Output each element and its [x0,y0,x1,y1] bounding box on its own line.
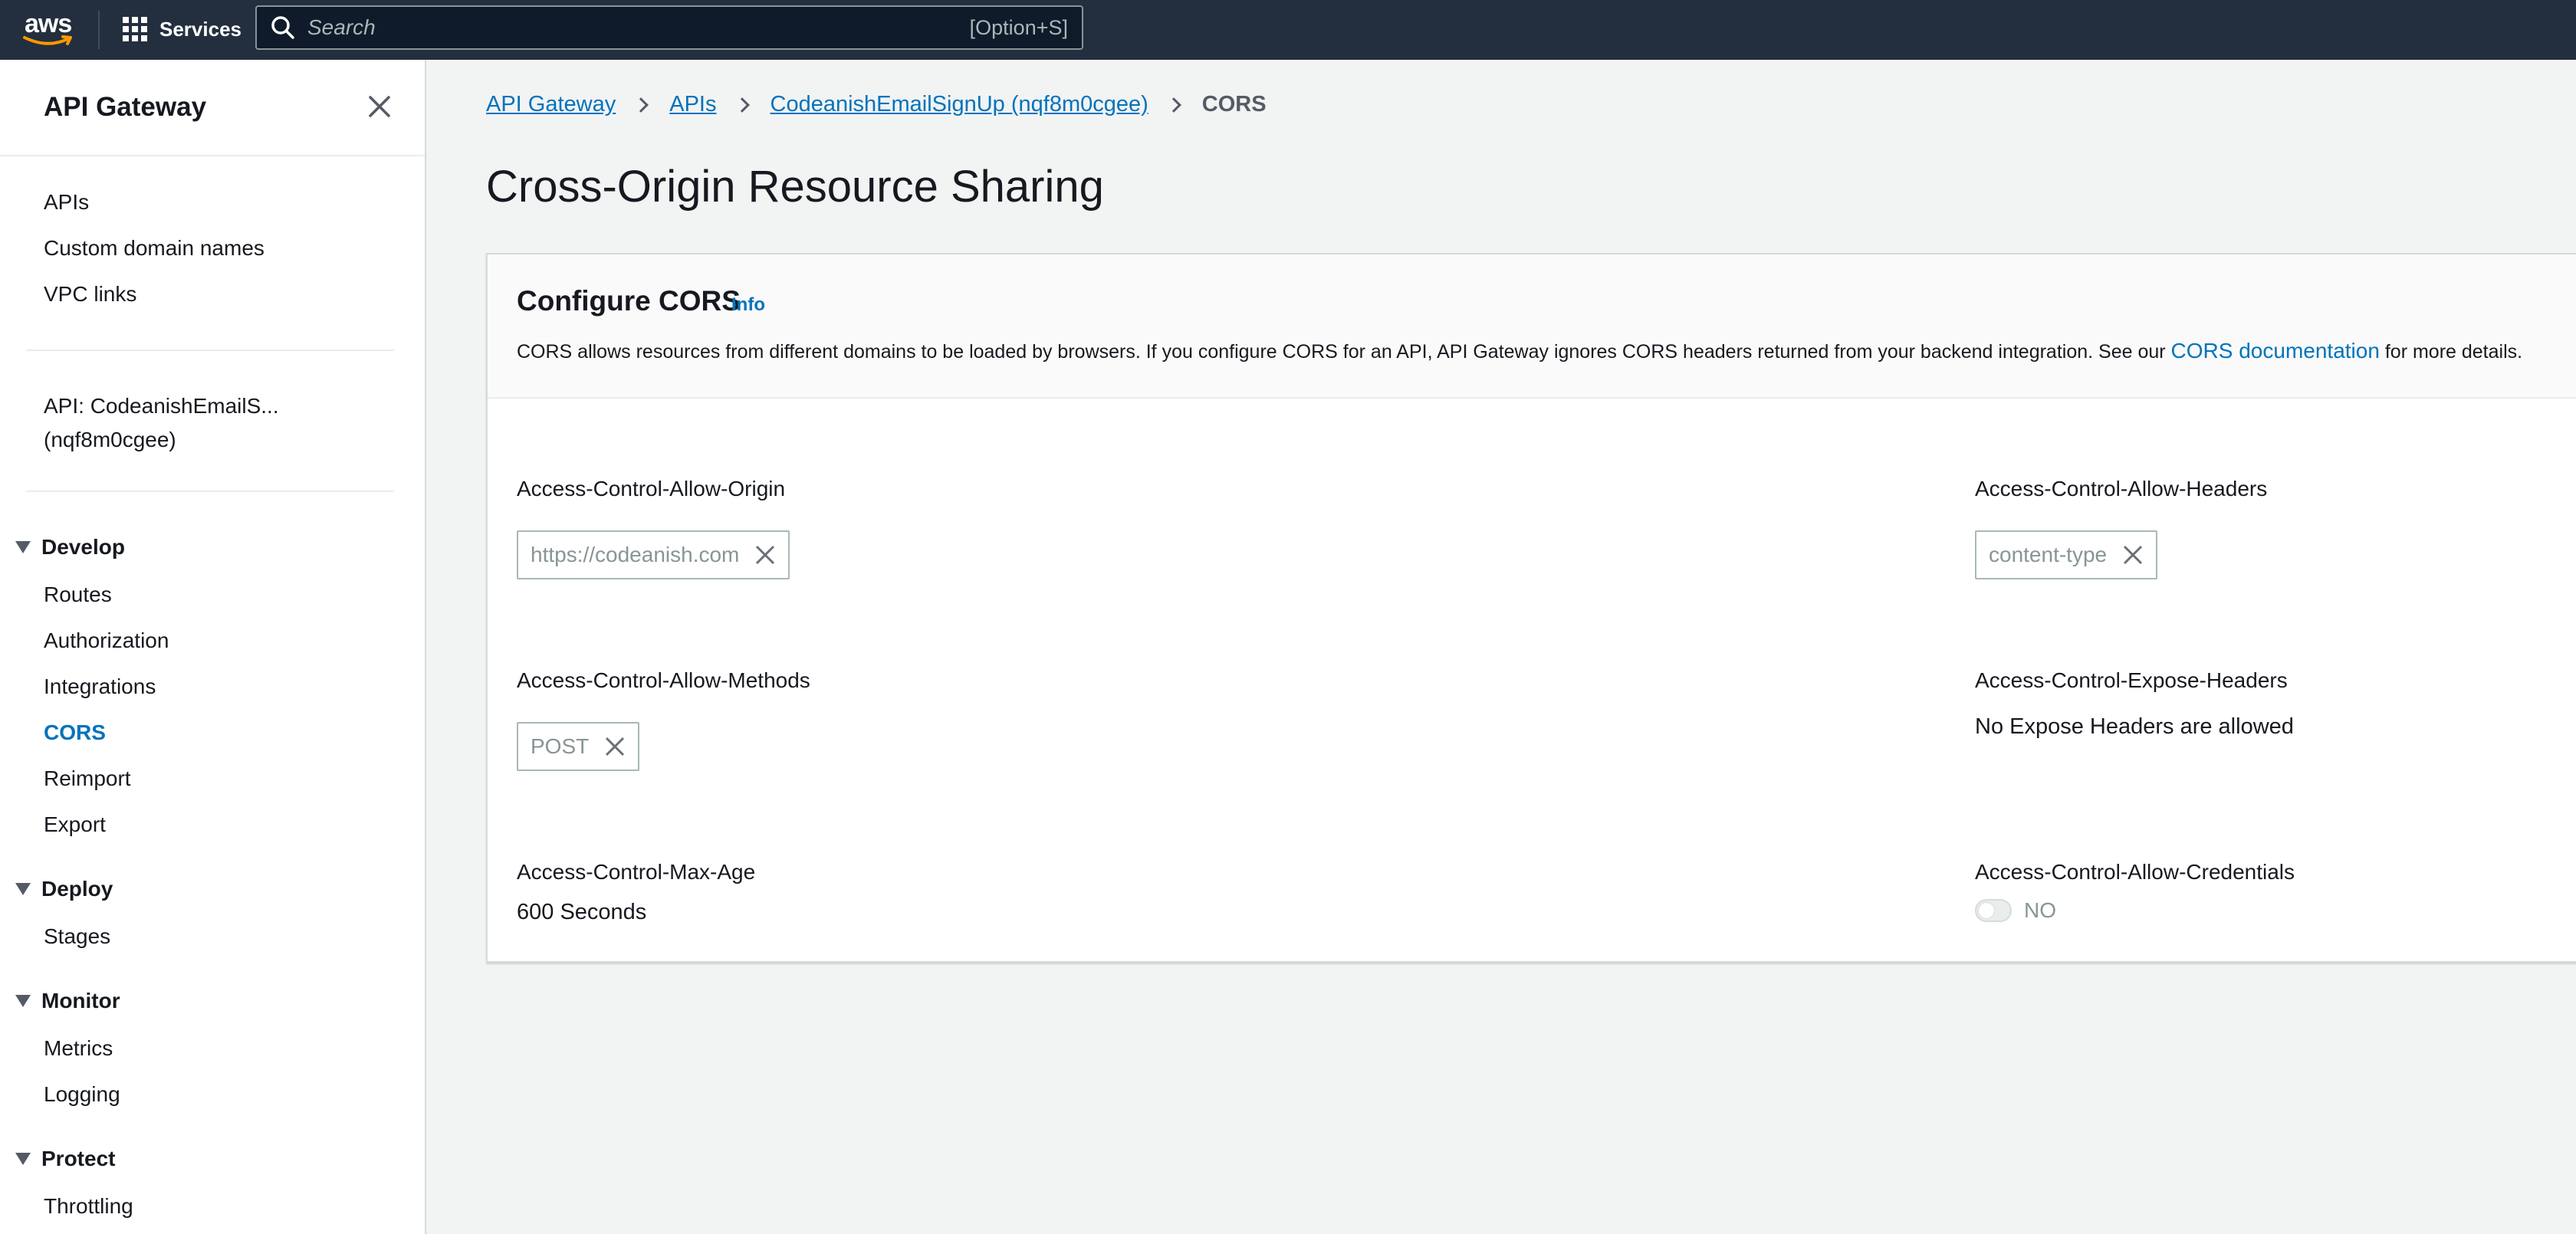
sidebar-section-deploy[interactable]: Deploy [15,877,113,901]
global-search-box[interactable]: [Option+S] [255,5,1083,50]
panel-header: Configure CORS Info CORS allows resource… [488,254,2576,399]
services-grid-icon [123,17,147,41]
sidebar-section-protect[interactable]: Protect [15,1147,115,1171]
allow-methods-token: POST [517,722,640,771]
sidebar-item-logging[interactable]: Logging [44,1082,120,1107]
toggle-knob [1978,902,1995,919]
breadcrumb-current: CORS [1201,92,1267,117]
allow-methods-value: POST [531,734,590,758]
allow-origin-value: https://codeanish.com [531,543,740,566]
chevron-right-icon [633,97,649,113]
caret-down-icon [15,995,31,1007]
allow-credentials-toggle[interactable] [1975,899,2012,922]
sidebar-api-name: API: CodeanishEmailS... [44,394,279,418]
remove-token-icon[interactable] [604,736,626,757]
sidebar-api-id: (nqf8m0cgee) [44,428,176,451]
close-icon[interactable] [366,94,393,120]
info-link[interactable]: Info [731,294,765,316]
sidebar-current-api[interactable]: API: CodeanishEmailS... (nqf8m0cgee) [44,389,279,457]
services-menu-button[interactable]: Services [123,15,242,43]
max-age-label: Access-Control-Max-Age [517,860,756,884]
nav-divider [98,11,100,49]
breadcrumb: API Gateway APIs CodeanishEmailSignUp (n… [486,92,1267,117]
sidebar-item-authorization[interactable]: Authorization [44,628,169,653]
breadcrumb-api-gateway[interactable]: API Gateway [486,92,616,117]
panel-title: Configure CORS [517,285,741,317]
sidebar-item-vpc-links[interactable]: VPC links [44,282,136,307]
allow-headers-value: content-type [1989,543,2108,566]
remove-token-icon[interactable] [2122,544,2144,566]
page-title: Cross-Origin Resource Sharing [486,162,1104,212]
sidebar-divider [26,491,394,492]
search-input[interactable] [307,15,970,40]
allow-methods-label: Access-Control-Allow-Methods [517,668,810,692]
allow-headers-token: content-type [1975,530,2158,579]
chevron-right-icon [1165,97,1181,113]
side-navigation: API Gateway APIs Custom domain names VPC… [0,60,426,1234]
expose-headers-label: Access-Control-Expose-Headers [1975,668,2288,692]
configure-cors-panel: Configure CORS Info CORS allows resource… [486,253,2576,963]
search-shortcut-hint: [Option+S] [969,15,1068,39]
sidebar-item-apis[interactable]: APIs [44,190,89,215]
max-age-value: 600 Seconds [517,900,647,924]
sidebar-item-reimport[interactable]: Reimport [44,766,131,791]
aws-logo[interactable]: aws [21,8,75,51]
sidebar-title[interactable]: API Gateway [44,92,206,123]
allow-credentials-status: NO [2024,898,2056,922]
breadcrumb-api-name[interactable]: CodeanishEmailSignUp (nqf8m0cgee) [770,92,1148,117]
sidebar-item-stages[interactable]: Stages [44,924,110,949]
sidebar-item-integrations[interactable]: Integrations [44,674,156,699]
chevron-right-icon [734,97,750,113]
allow-origin-label: Access-Control-Allow-Origin [517,477,786,500]
allow-headers-label: Access-Control-Allow-Headers [1975,477,2268,500]
sidebar-item-metrics[interactable]: Metrics [44,1036,113,1061]
sidebar-item-cors[interactable]: CORS [44,720,106,745]
sidebar-item-routes[interactable]: Routes [44,583,112,607]
caret-down-icon [15,883,31,895]
sidebar-item-custom-domain-names[interactable]: Custom domain names [44,236,264,261]
allow-origin-token: https://codeanish.com [517,530,790,579]
services-label: Services [159,17,242,41]
sidebar-divider [0,155,425,156]
search-icon [271,16,294,39]
remove-token-icon[interactable] [754,544,776,566]
caret-down-icon [15,1153,31,1165]
sidebar-section-develop[interactable]: Develop [15,535,125,560]
caret-down-icon [15,541,31,553]
sidebar-divider [26,350,394,351]
expose-headers-value: No Expose Headers are allowed [1975,714,2294,739]
sidebar-item-throttling[interactable]: Throttling [44,1194,133,1219]
allow-credentials-control: NO [1975,898,2056,923]
sidebar-section-monitor[interactable]: Monitor [15,989,120,1013]
allow-credentials-label: Access-Control-Allow-Credentials [1975,860,2295,884]
sidebar-item-export[interactable]: Export [44,812,106,837]
panel-description: CORS allows resources from different dom… [517,339,2523,363]
cors-documentation-link[interactable]: CORS documentation [2171,339,2380,363]
aws-smile-icon [23,35,72,45]
breadcrumb-apis[interactable]: APIs [669,92,716,117]
top-navigation-bar: aws Services [Option+S] [0,0,2576,60]
